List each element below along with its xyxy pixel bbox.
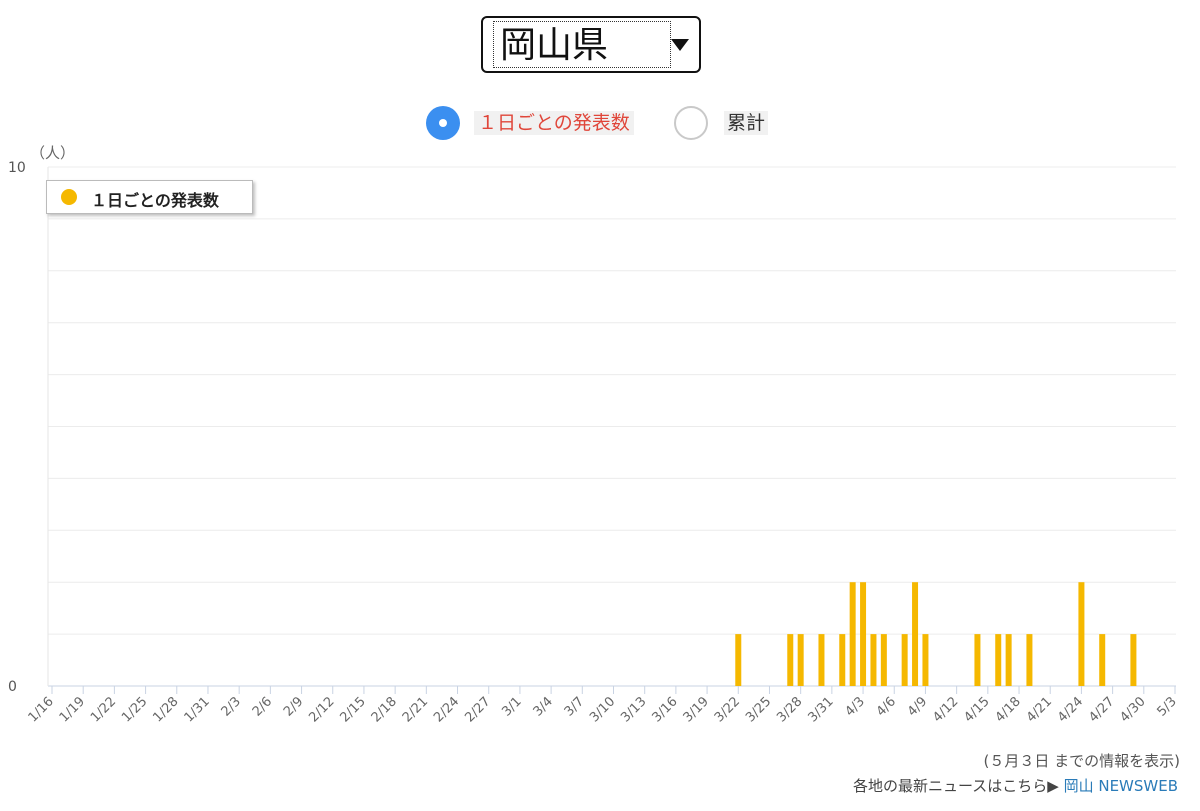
x-tick-label: 3/25 [743,694,774,725]
x-tick-label: 2/6 [250,694,275,719]
prefecture-select-value: 岡山県 [500,25,609,66]
prefecture-select[interactable]: 岡山県 [481,16,701,73]
x-tick-label: 2/12 [306,694,337,725]
x-tick-label: 1/25 [119,694,150,725]
bar [1130,634,1137,686]
bar [1078,582,1085,686]
radio-cumulative-label[interactable]: 累計 [724,111,769,135]
chart-legend: １日ごとの発表数 [46,180,253,214]
x-tick-label: 2/15 [338,694,369,725]
x-axis: 1/16 1/19 1/22 1/25 1/28 1/31 2/3 2/6 2/9 2/12 2/1… [26,686,1180,725]
x-tick-label: 2/24 [431,694,462,725]
x-tick-label: 2/27 [462,694,493,725]
x-tick-label: 1/19 [57,694,88,725]
x-tick-label: 4/21 [1024,694,1055,725]
x-tick-label: 3/19 [681,694,712,725]
bar [1099,634,1106,686]
bar [922,634,929,686]
bar [870,634,877,686]
mode-radio-group: １日ごとの発表数 累計 [0,106,1200,142]
grid-lines [47,166,1176,687]
chevron-down-icon [671,39,689,51]
bar [797,634,804,686]
bar [787,634,794,686]
bar [912,582,919,686]
bar [974,634,981,686]
bar [735,634,742,686]
y-tick-label: 0 [8,679,17,695]
x-tick-label: 4/24 [1055,694,1086,725]
x-tick-label: 3/4 [531,694,556,719]
x-tick-label: 3/13 [618,694,649,725]
bar [901,634,908,686]
y-axis-ticks: 10 0 [8,160,26,695]
x-tick-label: 4/27 [1086,694,1117,725]
bar [839,634,846,686]
x-tick-label: 5/3 [1154,694,1179,719]
bar [818,634,825,686]
bar [860,582,867,686]
x-tick-label: 2/18 [369,694,400,725]
x-tick-label: 1/22 [88,694,119,725]
x-tick-label: 3/22 [712,694,743,725]
x-tick-label: 2/21 [400,694,431,725]
x-tick-label: 4/12 [930,694,961,725]
x-tick-label: 3/7 [562,694,587,719]
x-tick-label: 1/28 [150,694,181,725]
radio-daily[interactable] [426,106,460,140]
x-tick-label: 4/9 [905,694,930,719]
news-line: 各地の最新ニュースはこちら▶ 岡山 NEWSWEB [853,775,1178,796]
x-tick-label: 3/31 [805,694,836,725]
x-tick-label: 3/28 [774,694,805,725]
x-tick-label: 4/6 [874,694,899,719]
legend-swatch [61,189,77,205]
bar [1026,634,1033,686]
bar [1005,634,1012,686]
radio-cumulative[interactable] [674,106,708,140]
data-date-note: (５月３日 までの情報を表示) [983,752,1180,770]
x-tick-label: 4/15 [961,694,992,725]
news-prefix: 各地の最新ニュースはこちら▶ [853,777,1059,795]
x-tick-label: 2/3 [219,694,244,719]
x-tick-label: 3/16 [649,694,680,725]
news-link[interactable]: 岡山 NEWSWEB [1064,777,1178,795]
y-unit-label: （人） [30,144,75,162]
radio-daily-label[interactable]: １日ごとの発表数 [474,111,634,135]
x-tick-label: 1/16 [26,694,57,725]
x-tick-label: 4/30 [1117,694,1148,725]
y-tick-label: 10 [8,160,26,176]
x-tick-label: 4/3 [842,694,867,719]
x-tick-label: 3/10 [587,694,618,725]
x-tick-label: 4/18 [993,694,1024,725]
bar [995,634,1002,686]
bar [880,634,887,686]
x-tick-label: 3/1 [499,694,524,719]
bar [849,582,856,686]
x-tick-label: 1/31 [182,694,213,725]
x-tick-label: 2/9 [281,694,306,719]
legend-label: １日ごとの発表数 [91,191,219,210]
